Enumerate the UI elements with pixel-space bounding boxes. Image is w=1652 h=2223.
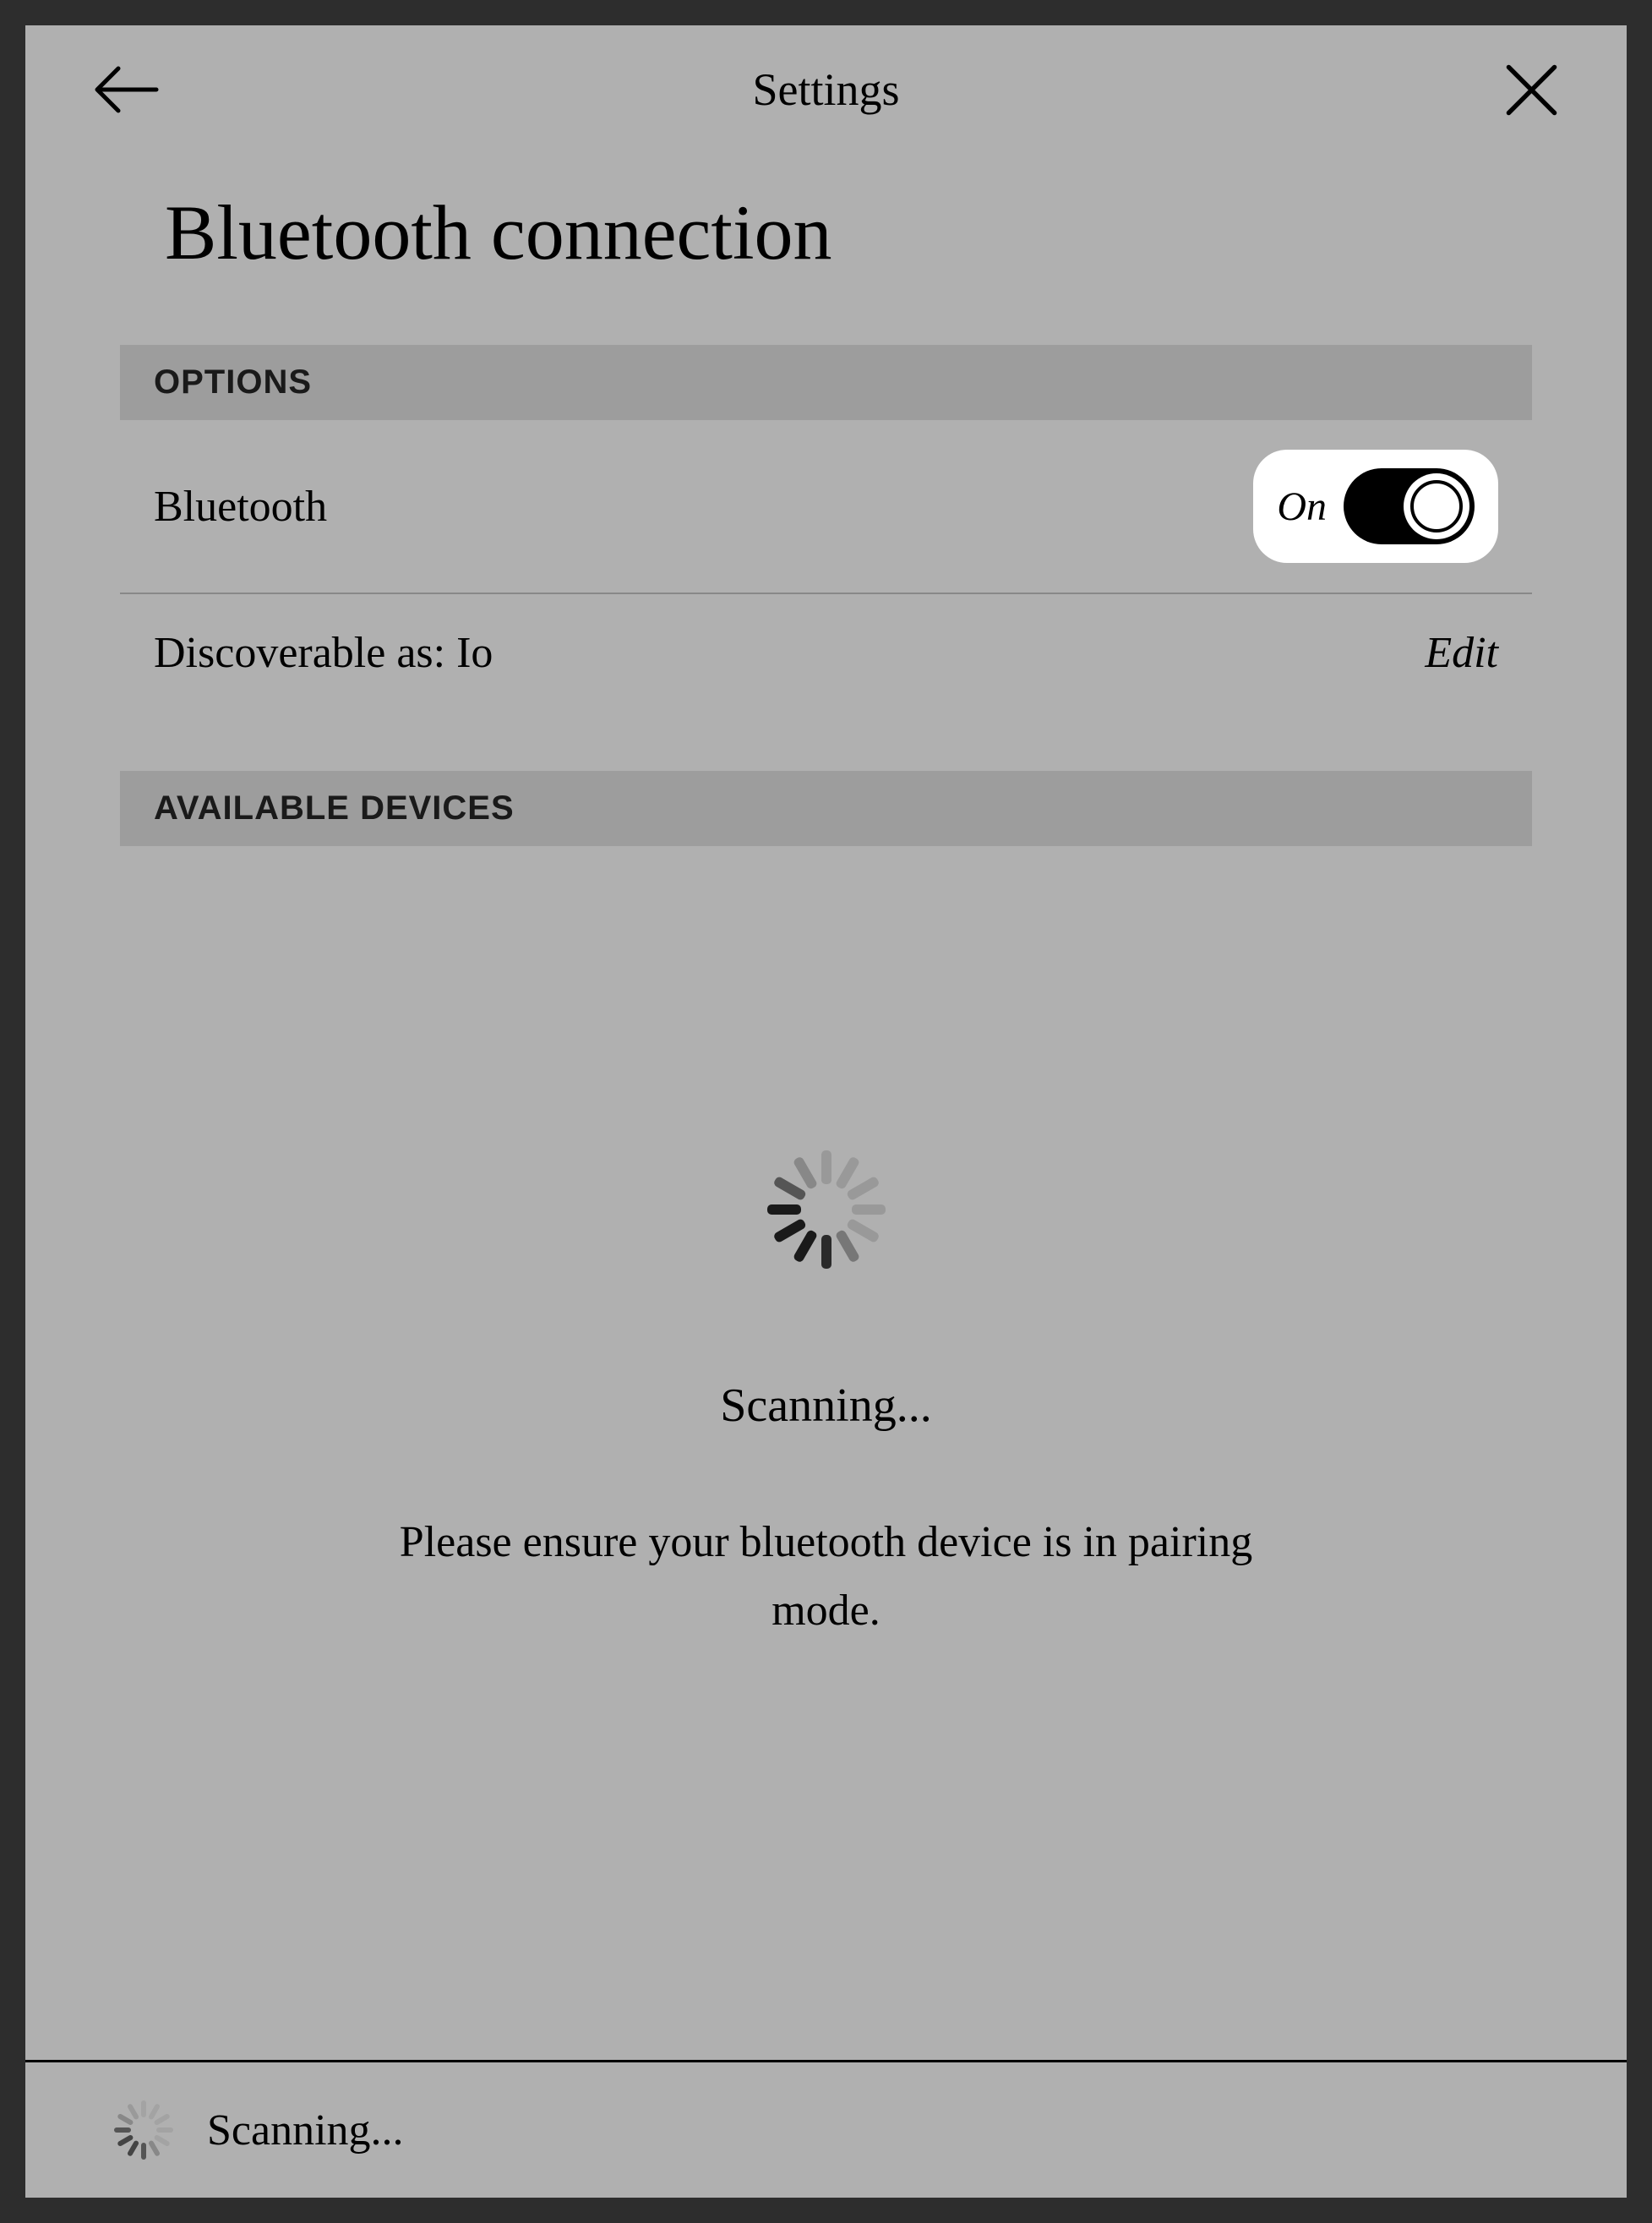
discoverable-label: Discoverable as: Io bbox=[154, 628, 493, 678]
scanning-area: Scanning... Please ensure your bluetooth… bbox=[25, 846, 1627, 2060]
settings-screen: Settings Bluetooth connection OPTIONS Bl… bbox=[25, 25, 1627, 2198]
bluetooth-toggle[interactable] bbox=[1344, 468, 1475, 544]
footer-status-text: Scanning... bbox=[207, 2106, 404, 2155]
footer-status-bar: Scanning... bbox=[25, 2060, 1627, 2198]
toggle-state-label: On bbox=[1277, 483, 1327, 530]
close-button[interactable] bbox=[1483, 64, 1559, 115]
options-section-header: OPTIONS bbox=[120, 345, 1532, 420]
page-title: Bluetooth connection bbox=[25, 154, 1627, 345]
close-icon bbox=[1504, 63, 1559, 117]
toggle-knob bbox=[1404, 473, 1469, 539]
header: Settings bbox=[25, 25, 1627, 154]
scanning-message: Please ensure your bluetooth device is i… bbox=[362, 1509, 1291, 1645]
footer-spinner-icon bbox=[114, 2100, 173, 2160]
available-devices-section-header: AVAILABLE DEVICES bbox=[120, 771, 1532, 846]
bluetooth-option-row: Bluetooth On bbox=[120, 420, 1532, 594]
bluetooth-toggle-container: On bbox=[1253, 450, 1498, 563]
spinner-icon bbox=[767, 1150, 886, 1269]
edit-button[interactable]: Edit bbox=[1425, 628, 1498, 678]
back-arrow-icon bbox=[93, 64, 161, 115]
content-area: OPTIONS Bluetooth On Discoverable as: Io… bbox=[25, 345, 1627, 846]
discoverable-row: Discoverable as: Io Edit bbox=[120, 594, 1532, 729]
bluetooth-label: Bluetooth bbox=[154, 482, 327, 532]
scanning-title: Scanning... bbox=[720, 1379, 931, 1433]
back-button[interactable] bbox=[93, 64, 169, 115]
header-title: Settings bbox=[169, 63, 1483, 116]
